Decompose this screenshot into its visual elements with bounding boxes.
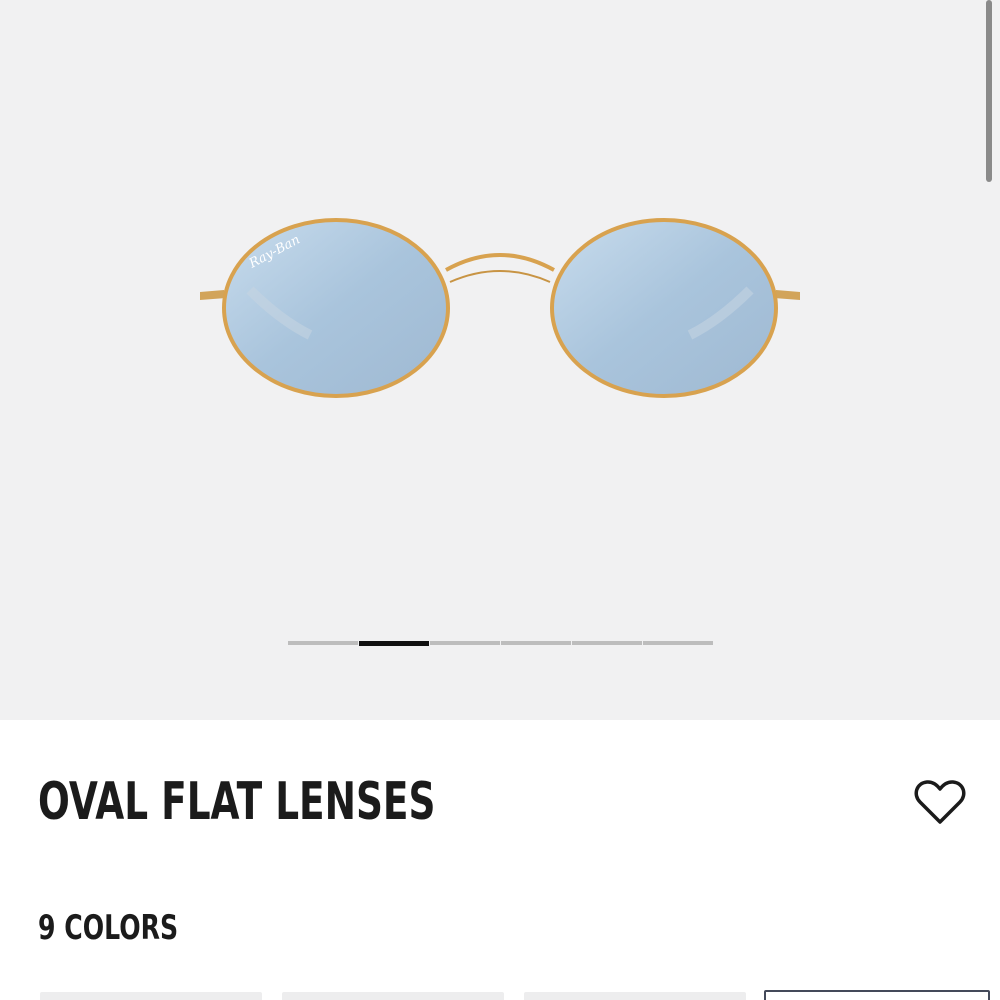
heart-icon[interactable]	[914, 778, 966, 826]
carousel-dot-1[interactable]	[288, 641, 359, 645]
scrollbar[interactable]	[986, 0, 992, 182]
color-swatch[interactable]	[40, 992, 262, 1000]
carousel-dot-5[interactable]	[572, 641, 643, 645]
product-title: OVAL FLAT LENSES	[38, 772, 436, 832]
color-swatch[interactable]	[282, 992, 504, 1000]
colors-count-label: 9 COLORS	[38, 908, 179, 948]
sunglasses-product-image: Ray-Ban	[200, 218, 800, 398]
color-swatch-selected[interactable]	[764, 990, 990, 1000]
carousel-dot-2-active[interactable]	[359, 640, 430, 646]
product-gallery[interactable]: Ray-Ban	[0, 0, 1000, 720]
carousel-dot-3[interactable]	[430, 641, 501, 645]
carousel-dot-4[interactable]	[501, 641, 572, 645]
carousel-indicator[interactable]	[288, 640, 714, 646]
color-swatch[interactable]	[524, 992, 746, 1000]
color-swatch-list	[40, 990, 990, 1000]
carousel-dot-6[interactable]	[643, 641, 714, 645]
